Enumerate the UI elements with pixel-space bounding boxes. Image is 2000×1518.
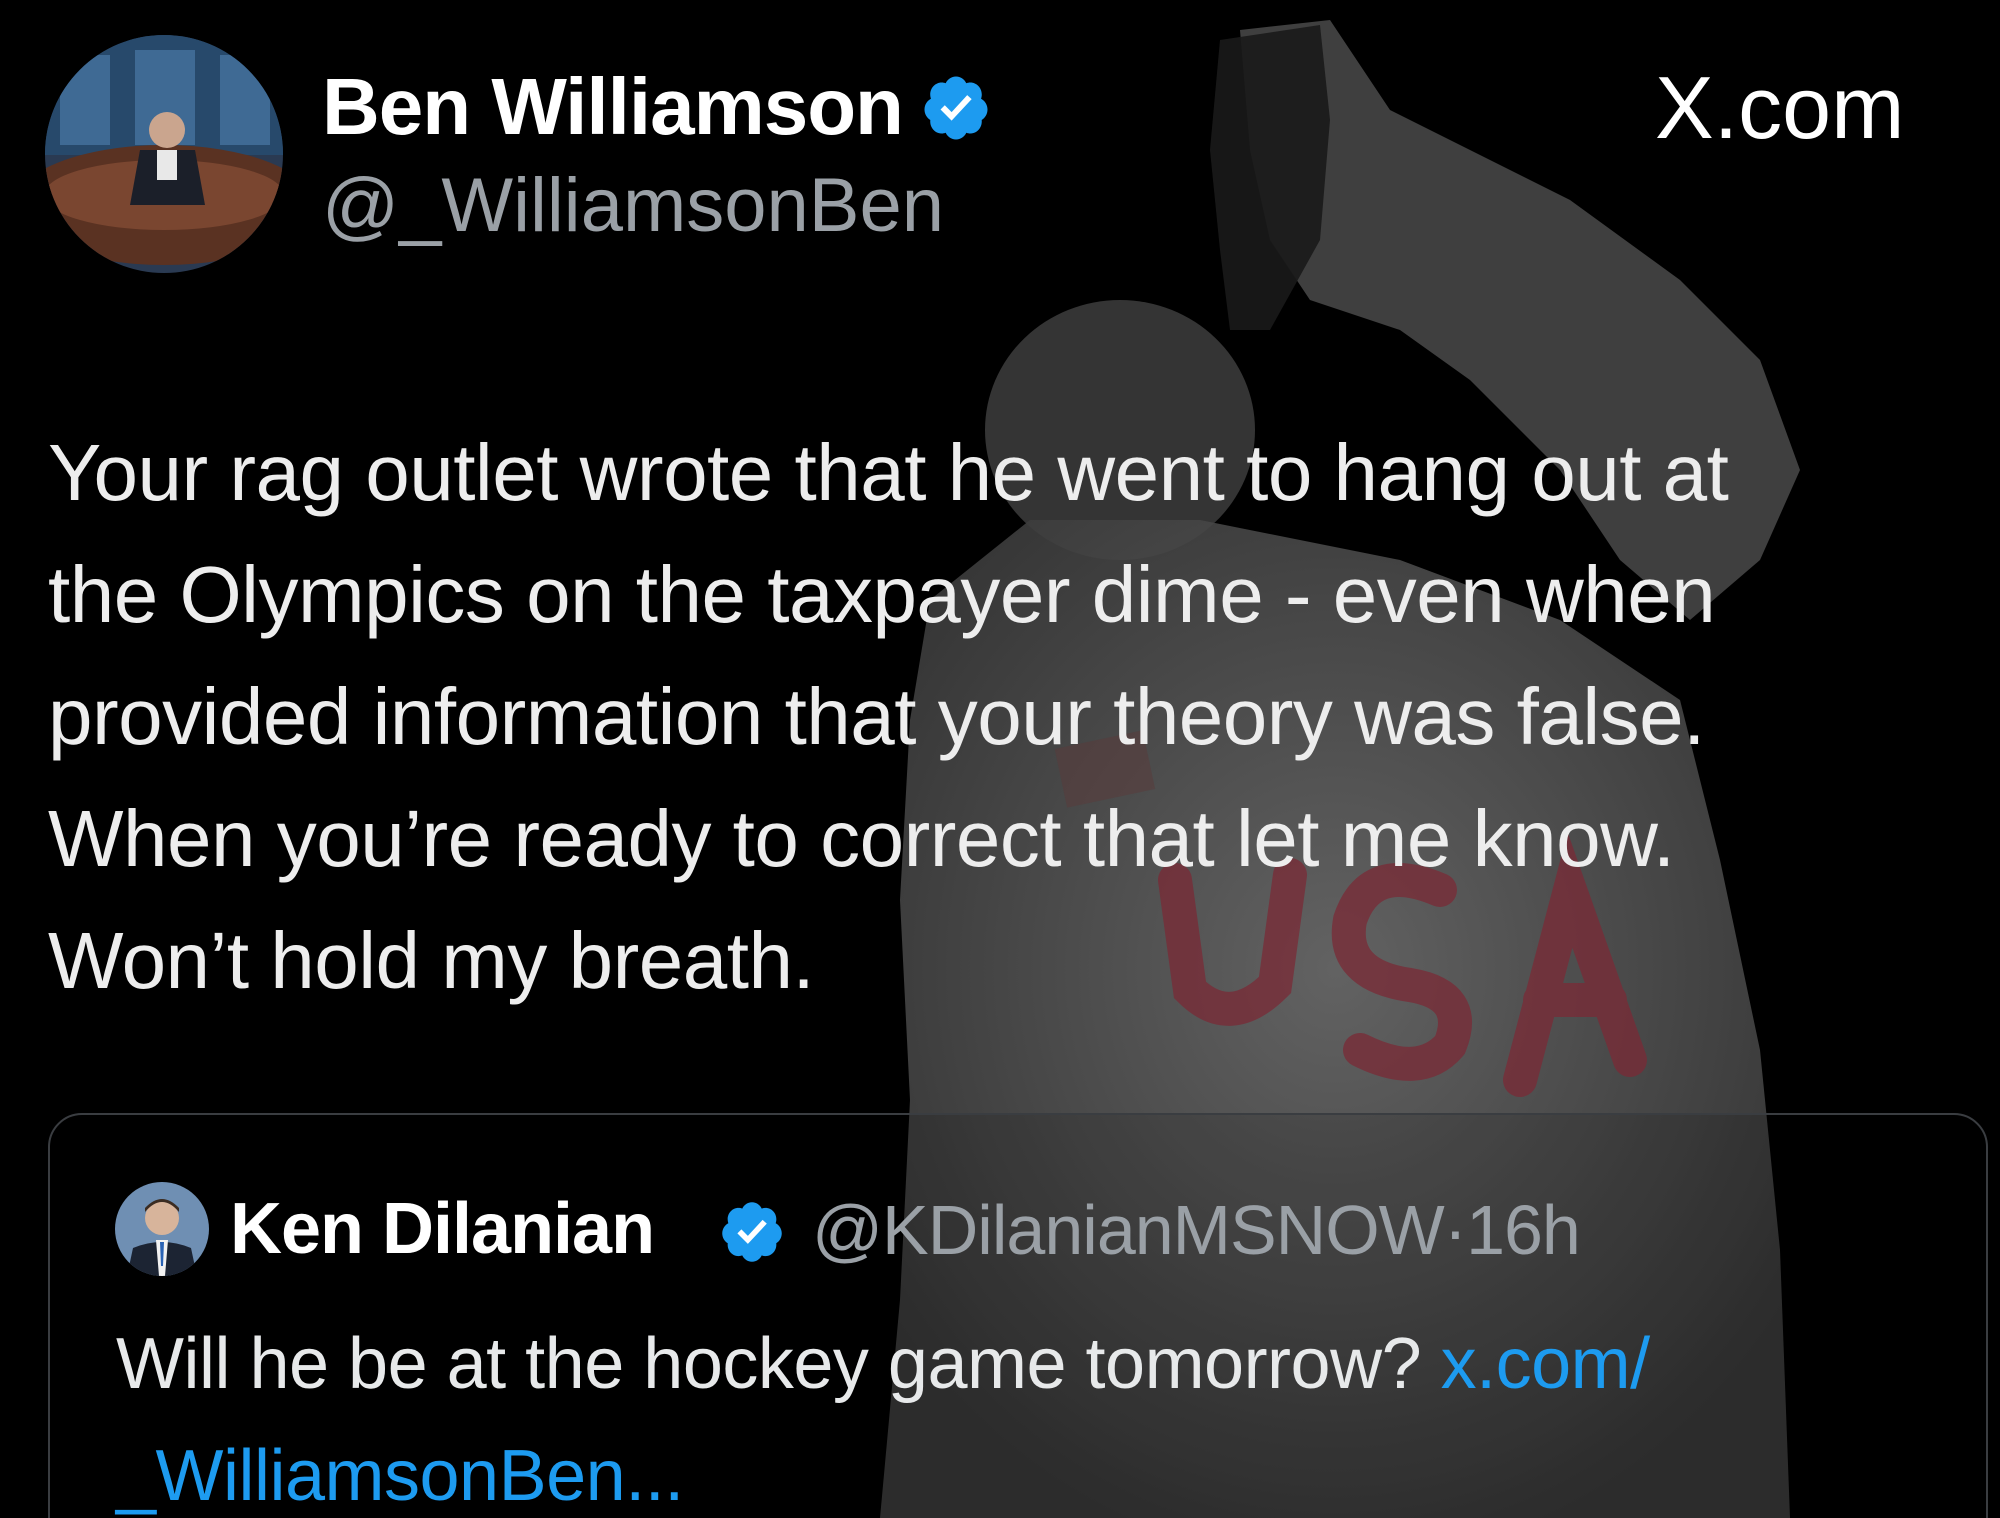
tweet-line: the Olympics on the taxpayer dime - even… <box>48 550 1716 639</box>
author-handle[interactable]: @_WilliamsonBen <box>322 163 944 249</box>
brand-label: X.com <box>1655 58 1905 157</box>
tweet-text: Your rag outlet wrote that he went to ha… <box>48 412 1988 1022</box>
quoted-author-avatar[interactable] <box>115 1182 209 1276</box>
quoted-author-handle[interactable]: @KDilanianMSNOW <box>812 1191 1445 1269</box>
quoted-tweet-text: Will he be at the hockey game tomorrow? … <box>116 1308 1976 1518</box>
verified-badge-icon <box>718 1198 786 1266</box>
author-avatar[interactable] <box>45 35 283 273</box>
quoted-text-line: Will he be at the hockey game tomorrow? … <box>116 1308 1976 1420</box>
tweet-line: When you’re ready to correct that let me… <box>48 794 1675 883</box>
quoted-tweet-time[interactable]: 16h <box>1466 1191 1581 1269</box>
meta-separator: · <box>1443 1191 1467 1269</box>
profile-photo-icon <box>45 35 283 273</box>
author-display-name[interactable]: Ben Williamson <box>322 62 904 152</box>
tweet-screenshot: Ben Williamson @_WilliamsonBen X.com You… <box>0 0 2000 1518</box>
verified-badge-icon <box>920 72 992 144</box>
tweet-line: Your rag outlet wrote that he went to ha… <box>48 428 1729 517</box>
quoted-text-line: _WilliamsonBen... <box>116 1420 1976 1518</box>
quoted-text-body: Will he be at the hockey game tomorrow? <box>116 1324 1441 1404</box>
quoted-tweet-link[interactable]: _WilliamsonBen... <box>116 1436 684 1516</box>
profile-photo-icon <box>115 1182 209 1276</box>
quoted-author-meta: @KDilanianMSNOW·16h <box>812 1188 1581 1272</box>
quoted-author-display-name[interactable]: Ken Dilanian <box>230 1186 655 1272</box>
tweet-line: provided information that your theory wa… <box>48 672 1705 761</box>
quoted-tweet-link[interactable]: x.com/ <box>1441 1324 1651 1404</box>
tweet-line: Won’t hold my breath. <box>48 916 815 1005</box>
